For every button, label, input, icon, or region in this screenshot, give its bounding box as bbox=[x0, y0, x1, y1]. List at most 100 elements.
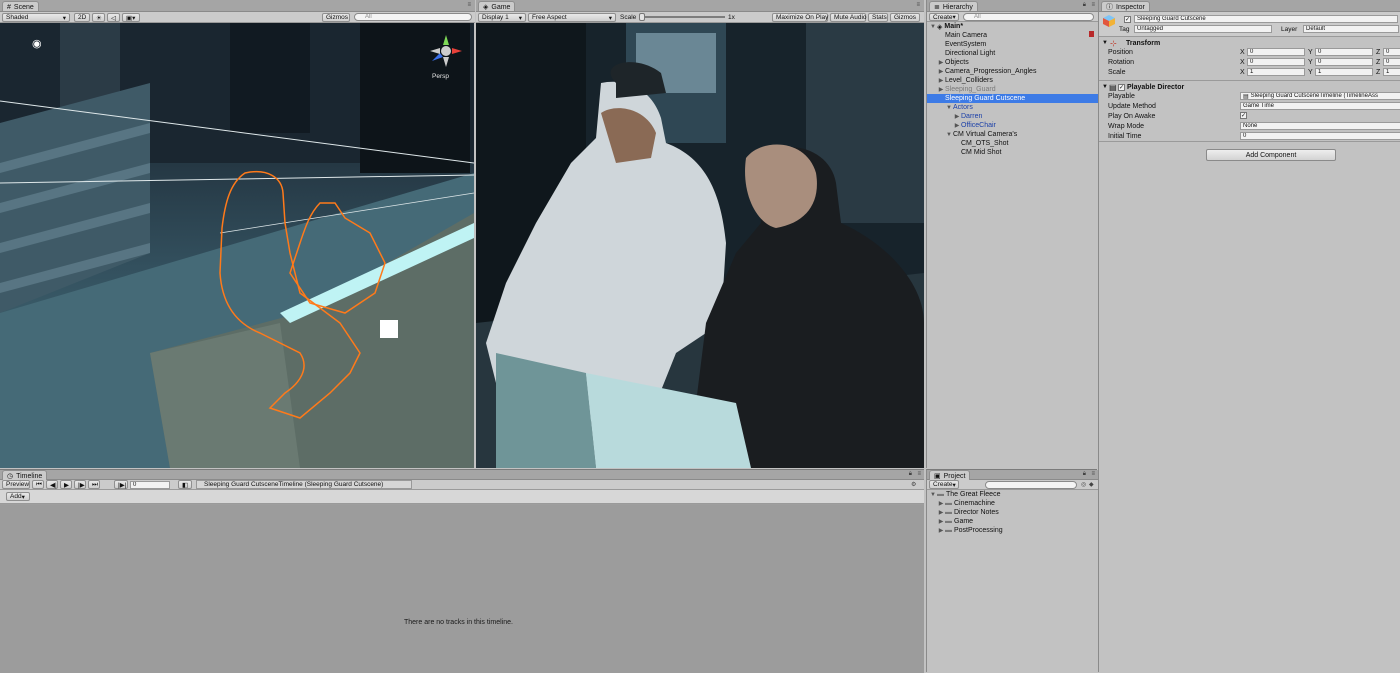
add-component-button[interactable]: Add Component bbox=[1206, 149, 1336, 161]
foldout-arrow-icon[interactable]: ▼ bbox=[929, 24, 937, 30]
scene-viewport[interactable]: Persp ◉ bbox=[0, 23, 474, 468]
hierarchy-item[interactable]: EventSystem bbox=[927, 40, 1098, 49]
foldout-arrow-icon[interactable]: ▼ bbox=[1102, 84, 1108, 90]
goto-start-button[interactable]: ⏮ bbox=[32, 480, 44, 489]
hierarchy-item[interactable]: ▼ Actors bbox=[927, 103, 1098, 112]
panel-menu-icon[interactable]: ≡ bbox=[916, 2, 920, 8]
director-enabled-checkbox[interactable]: ✓ bbox=[1118, 84, 1125, 91]
hierarchy-item[interactable]: ▶ Darren bbox=[927, 112, 1098, 121]
game-gizmos-dropdown[interactable]: Gizmos bbox=[890, 13, 920, 22]
transform-position-z-field[interactable]: 0 bbox=[1383, 48, 1400, 56]
filter-by-type-icon[interactable]: ◎ bbox=[1081, 481, 1086, 488]
foldout-arrow-icon[interactable]: ▶ bbox=[937, 518, 945, 525]
axis-z-label[interactable]: Z bbox=[1376, 59, 1380, 66]
scene-search-input[interactable]: All bbox=[354, 13, 472, 21]
hierarchy-item[interactable]: ▼ CM Virtual Camera's bbox=[927, 130, 1098, 139]
maximize-on-play-toggle[interactable]: Maximize On Play bbox=[772, 13, 828, 22]
next-frame-button[interactable]: |▶ bbox=[74, 480, 86, 489]
axis-y-label[interactable]: Y bbox=[1308, 49, 1313, 56]
layer-dropdown[interactable]: Default bbox=[1303, 25, 1399, 33]
project-create-button[interactable]: Create ▾ bbox=[929, 480, 959, 489]
axis-x-label[interactable]: X bbox=[1240, 59, 1245, 66]
hierarchy-search-input[interactable]: All bbox=[963, 13, 1094, 21]
effects-dropdown[interactable]: ▣▾ bbox=[122, 13, 140, 22]
shading-dropdown[interactable]: Shaded ▾ bbox=[2, 13, 70, 22]
preview-toggle[interactable]: Preview bbox=[2, 480, 30, 489]
foldout-arrow-icon[interactable]: ▶ bbox=[937, 509, 945, 516]
aspect-dropdown[interactable]: Free Aspect ▾ bbox=[528, 13, 616, 22]
game-viewport[interactable] bbox=[476, 23, 924, 468]
hierarchy-item[interactable]: Directional Light bbox=[927, 49, 1098, 58]
mute-audio-toggle[interactable]: Mute Audio bbox=[830, 13, 867, 22]
tab-project[interactable]: ▣ Project bbox=[929, 470, 971, 480]
timeline-breadcrumb[interactable]: Sleeping Guard CutsceneTimeline (Sleepin… bbox=[196, 480, 412, 489]
wrap-mode-dropdown[interactable]: None bbox=[1240, 122, 1400, 130]
persp-label[interactable]: Persp bbox=[432, 73, 449, 80]
active-checkbox[interactable]: ✓ bbox=[1124, 16, 1131, 23]
transform-scale-y-field[interactable]: 1 bbox=[1315, 68, 1373, 76]
project-folder-item[interactable]: ▼ ▬ The Great Fleece bbox=[927, 490, 1098, 499]
hierarchy-create-button[interactable]: Create ▾ bbox=[929, 13, 959, 21]
hierarchy-item[interactable]: CM_OTS_Shot bbox=[927, 139, 1098, 148]
timeline-selector-button[interactable]: ◧ bbox=[178, 480, 192, 489]
hierarchy-item[interactable]: ▼ ◈ Main* bbox=[927, 22, 1098, 31]
axis-x-label[interactable]: X bbox=[1240, 69, 1245, 76]
scale-slider[interactable] bbox=[639, 13, 725, 21]
transform-position-x-field[interactable]: 0 bbox=[1247, 48, 1305, 56]
transform-scale-x-field[interactable]: 1 bbox=[1247, 68, 1305, 76]
hierarchy-item[interactable]: Main Camera bbox=[927, 31, 1098, 40]
lock-icon[interactable]: 🔒︎ bbox=[909, 471, 912, 478]
axis-y-label[interactable]: Y bbox=[1308, 69, 1313, 76]
tab-timeline[interactable]: ◷ Timeline bbox=[2, 470, 48, 480]
project-folder-item[interactable]: ▶ ▬ Director Notes bbox=[927, 508, 1098, 517]
panel-menu-icon[interactable]: ≡ bbox=[1091, 2, 1095, 8]
project-folder-item[interactable]: ▶ ▬ Game bbox=[927, 517, 1098, 526]
play-button[interactable]: ▶ bbox=[60, 480, 72, 489]
tab-hierarchy[interactable]: ≣ Hierarchy bbox=[929, 1, 978, 11]
hierarchy-item[interactable]: Sleeping Guard Cutscene bbox=[927, 94, 1098, 103]
foldout-arrow-icon[interactable]: ▶ bbox=[937, 59, 945, 66]
filter-by-label-icon[interactable]: ◆ bbox=[1089, 481, 1094, 488]
foldout-arrow-icon[interactable]: ▼ bbox=[945, 105, 953, 111]
project-folder-item[interactable]: ▶ ▬ PostProcessing bbox=[927, 526, 1098, 535]
tag-dropdown[interactable]: Untagged bbox=[1134, 25, 1272, 33]
tab-inspector[interactable]: ⓘ Inspector bbox=[1101, 1, 1150, 11]
panel-menu-icon[interactable]: ≡ bbox=[1091, 471, 1095, 477]
lock-icon[interactable]: 🔒︎ bbox=[1083, 2, 1086, 9]
hierarchy-item[interactable]: ▶ Sleeping_Guard bbox=[927, 85, 1098, 94]
stats-toggle[interactable]: Stats bbox=[868, 13, 888, 22]
foldout-arrow-icon[interactable]: ▶ bbox=[953, 113, 961, 120]
axis-y-label[interactable]: Y bbox=[1308, 59, 1313, 66]
audio-toggle[interactable]: ◁ bbox=[107, 13, 120, 22]
scene-gizmos-dropdown[interactable]: Gizmos bbox=[322, 13, 350, 22]
foldout-arrow-icon[interactable]: ▶ bbox=[937, 68, 945, 75]
panel-menu-icon[interactable]: ≡ bbox=[467, 2, 471, 8]
foldout-arrow-icon[interactable]: ▼ bbox=[1102, 40, 1108, 46]
lighting-toggle[interactable]: ☀ bbox=[92, 13, 105, 22]
axis-z-label[interactable]: Z bbox=[1376, 69, 1380, 76]
transform-scale-z-field[interactable]: 1 bbox=[1383, 68, 1400, 76]
prev-frame-button[interactable]: ◀| bbox=[46, 480, 58, 489]
scale-slider-thumb[interactable] bbox=[639, 13, 645, 21]
transform-rotation-x-field[interactable]: 0 bbox=[1247, 58, 1305, 66]
axis-z-label[interactable]: Z bbox=[1376, 49, 1380, 56]
transform-rotation-z-field[interactable]: 0 bbox=[1383, 58, 1400, 66]
2d-toggle[interactable]: 2D bbox=[74, 13, 90, 22]
frame-field[interactable]: 0 bbox=[130, 481, 170, 489]
hierarchy-item[interactable]: ▶ Level_Colliders bbox=[927, 76, 1098, 85]
hierarchy-item[interactable]: ▶ Objects bbox=[927, 58, 1098, 67]
foldout-arrow-icon[interactable]: ▶ bbox=[937, 86, 945, 93]
lock-icon[interactable]: 🔒︎ bbox=[1083, 471, 1086, 478]
goto-end-button[interactable]: ⏭ bbox=[88, 480, 100, 489]
display-dropdown[interactable]: Display 1 ▾ bbox=[478, 13, 526, 22]
panel-menu-icon[interactable]: ≡ bbox=[917, 471, 921, 477]
timeline-track-area[interactable]: There are no tracks in this timeline. bbox=[0, 505, 924, 673]
object-name-field[interactable]: Sleeping Guard Cutscene bbox=[1134, 15, 1398, 23]
play-range-button[interactable]: |▶| bbox=[114, 480, 128, 489]
transform-rotation-y-field[interactable]: 0 bbox=[1315, 58, 1373, 66]
foldout-arrow-icon[interactable]: ▶ bbox=[937, 77, 945, 84]
foldout-arrow-icon[interactable]: ▼ bbox=[945, 132, 953, 138]
hierarchy-item[interactable]: ▶ OfficeChair bbox=[927, 121, 1098, 130]
tab-scene[interactable]: # Scene bbox=[2, 1, 39, 11]
play-on-awake-checkbox[interactable]: ✓ bbox=[1240, 112, 1247, 119]
